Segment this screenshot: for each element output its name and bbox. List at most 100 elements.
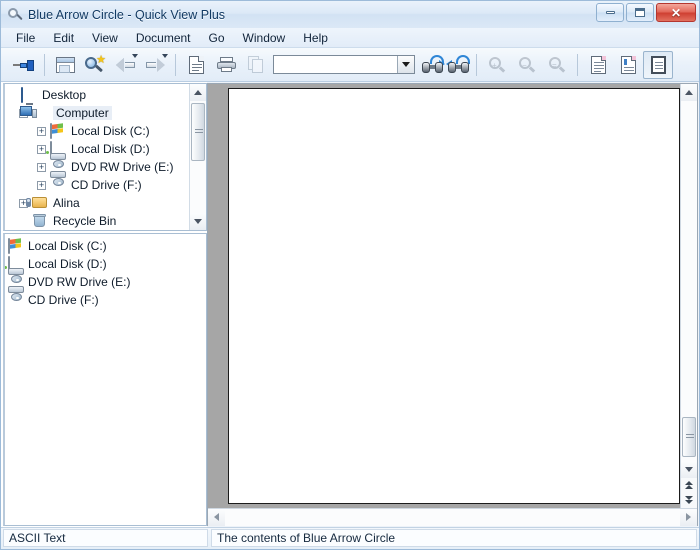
printer-icon: [216, 56, 236, 73]
tree-item-local-disk-d[interactable]: + Local Disk (D:): [8, 140, 189, 158]
scroll-up-button[interactable]: [680, 84, 697, 101]
tree-item-alina[interactable]: + Alina: [8, 194, 189, 212]
binoculars-next-icon: [421, 55, 445, 73]
page-framed-icon: [650, 55, 666, 74]
expander-plus[interactable]: +: [37, 144, 46, 154]
scroll-left-button[interactable]: [208, 508, 225, 526]
menu-document[interactable]: Document: [127, 29, 200, 47]
grip-icon: [194, 129, 203, 135]
arrow-left-icon: [115, 57, 135, 72]
binoculars-previous-icon: [445, 55, 470, 73]
tree-vertical-scrollbar[interactable]: [189, 84, 206, 230]
list-item-label: Local Disk (C:): [28, 239, 107, 253]
triangle-up-icon: [194, 90, 202, 95]
scroll-track[interactable]: [225, 508, 680, 526]
close-button[interactable]: ✕: [656, 3, 696, 22]
tree-item-computer[interactable]: − Computer: [8, 104, 189, 122]
pin-toolbar-button[interactable]: [9, 51, 39, 79]
expander-plus[interactable]: +: [37, 126, 46, 136]
find-previous-button[interactable]: [445, 51, 471, 79]
page-layout-button[interactable]: [583, 51, 613, 79]
scroll-down-button[interactable]: [189, 213, 206, 230]
file-list[interactable]: Local Disk (C:) Local Disk (D:) DVD RW D…: [3, 233, 207, 526]
desktop-icon: [21, 87, 37, 103]
list-item[interactable]: Local Disk (D:): [8, 255, 206, 273]
scroll-up-button[interactable]: [189, 84, 206, 101]
chevron-down-icon[interactable]: [132, 53, 138, 58]
triangle-down-icon: [194, 219, 202, 224]
expander-none: [8, 91, 17, 100]
tree-item-cd-drive-f[interactable]: + CD Drive (F:): [8, 171, 189, 194]
scroll-right-button[interactable]: [680, 508, 697, 526]
toolbar-separator: [577, 53, 578, 76]
search-combo[interactable]: [273, 55, 415, 74]
title-bar: Blue Arrow Circle - Quick View Plus ✕: [1, 1, 699, 28]
menu-go[interactable]: Go: [200, 29, 234, 47]
document-horizontal-scrollbar[interactable]: [208, 508, 697, 526]
new-document-button[interactable]: [181, 51, 211, 79]
document-vertical-scrollbar[interactable]: [680, 84, 697, 508]
menu-view[interactable]: View: [83, 29, 127, 47]
menu-help[interactable]: Help: [294, 29, 337, 47]
chevron-down-icon[interactable]: [162, 53, 168, 58]
maximize-button[interactable]: [626, 3, 654, 22]
tree-item-dvd-rw-drive-e[interactable]: + DVD RW Drive (E:): [8, 153, 189, 176]
window-view-button[interactable]: [50, 51, 80, 79]
scroll-thumb[interactable]: [681, 417, 696, 457]
search-input[interactable]: [274, 56, 397, 73]
document-page[interactable]: [228, 88, 680, 504]
list-item-label: CD Drive (F:): [28, 293, 99, 307]
scroll-thumb[interactable]: [190, 103, 205, 161]
maximize-icon: [635, 8, 645, 17]
double-arrow-up-icon: [684, 481, 694, 490]
optical-drive-icon: [8, 286, 24, 307]
scroll-track[interactable]: [189, 101, 206, 213]
status-file-type: ASCII Text: [3, 529, 208, 547]
zoom-in-icon: +: [488, 56, 506, 74]
tree-item-desktop[interactable]: Desktop: [8, 86, 189, 104]
expander-plus[interactable]: +: [37, 162, 46, 172]
expander-plus[interactable]: +: [37, 180, 46, 190]
menu-window[interactable]: Window: [234, 29, 295, 47]
zoom-fit-icon: =: [548, 56, 566, 74]
tree-item-label: Recycle Bin: [53, 214, 117, 228]
print-button[interactable]: [211, 51, 241, 79]
list-item-label: Local Disk (D:): [28, 257, 107, 271]
next-page-button[interactable]: [681, 493, 698, 508]
list-item[interactable]: Local Disk (C:): [8, 237, 206, 255]
page-draft-button[interactable]: [613, 51, 643, 79]
zoom-out-icon: −: [518, 56, 536, 74]
hard-disk-system-icon: [8, 238, 24, 254]
scroll-track[interactable]: [680, 101, 697, 461]
scroll-down-button[interactable]: [680, 461, 697, 478]
previous-page-button[interactable]: [681, 478, 698, 493]
copy-pages-icon: [247, 56, 265, 73]
folder-tree-items: Desktop − Computer + Loc: [5, 84, 189, 230]
combo-dropdown-button[interactable]: [397, 56, 414, 73]
list-item[interactable]: CD Drive (F:): [8, 286, 206, 309]
folder-tree[interactable]: Desktop − Computer + Loc: [3, 83, 207, 231]
triangle-down-icon: [685, 467, 693, 472]
back-button[interactable]: [110, 51, 140, 79]
zoom-fit-button: =: [542, 51, 572, 79]
tree-item-label: Desktop: [42, 88, 87, 102]
left-panel: Desktop − Computer + Loc: [1, 82, 207, 527]
pushpin-icon: [13, 56, 35, 74]
tree-item-local-disk-c[interactable]: + Local Disk (C:): [8, 122, 189, 140]
grip-icon: [685, 434, 694, 440]
hard-disk-system-icon: [50, 123, 66, 139]
document-canvas[interactable]: [208, 84, 697, 508]
tree-item-recycle-bin[interactable]: Recycle Bin: [8, 212, 189, 230]
tree-item-label: Computer: [53, 106, 112, 120]
list-item[interactable]: DVD RW Drive (E:): [8, 268, 206, 291]
menu-edit[interactable]: Edit: [44, 29, 83, 47]
find-file-button[interactable]: ★: [80, 51, 110, 79]
tree-item-label: DVD RW Drive (E:): [71, 160, 174, 174]
find-next-button[interactable]: [419, 51, 445, 79]
menu-file[interactable]: File: [7, 29, 44, 47]
page-full-button[interactable]: [643, 50, 673, 79]
recycle-bin-icon: [32, 214, 48, 228]
expander-none: [19, 217, 28, 226]
forward-button[interactable]: [140, 51, 170, 79]
minimize-button[interactable]: [596, 3, 624, 22]
